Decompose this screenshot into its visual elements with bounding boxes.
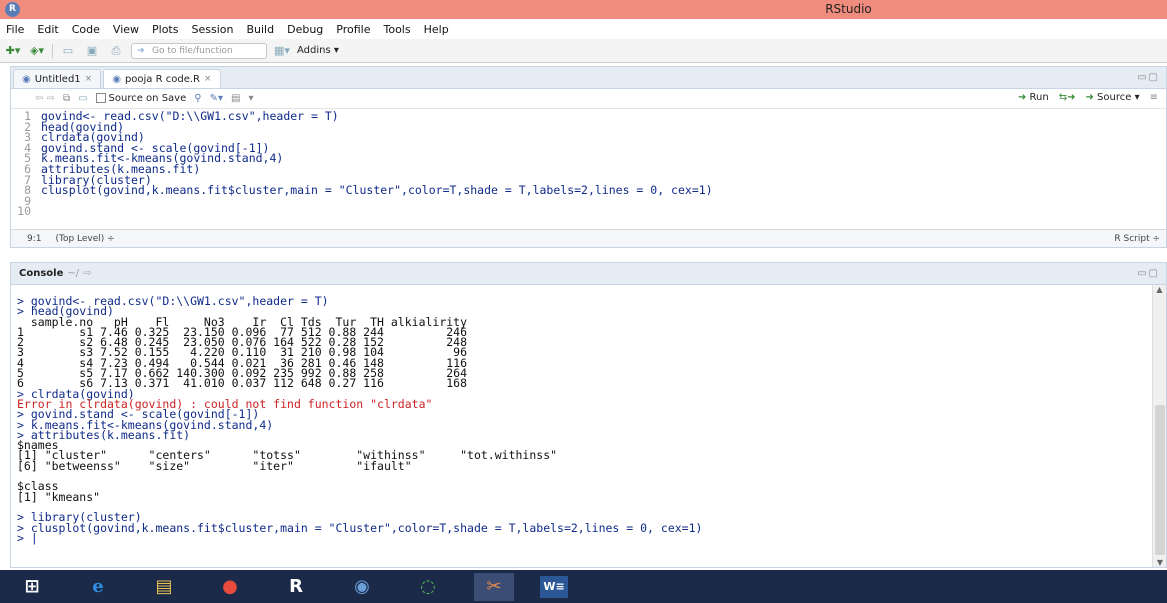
open-project-icon[interactable]: ◈▾ xyxy=(28,43,46,59)
start-icon[interactable]: ⊞ xyxy=(12,573,52,601)
run-button[interactable]: ➜ Run xyxy=(1018,92,1049,103)
goto-directory-icon[interactable]: ⇨ xyxy=(83,268,91,279)
tab-untitled1[interactable]: ◉ Untitled1 × xyxy=(13,69,102,88)
scroll-down-icon[interactable]: ▼ xyxy=(1153,558,1167,567)
console-line: [1] "kmeans" xyxy=(17,489,101,504)
scope-selector[interactable]: (Top Level) ÷ xyxy=(55,234,114,244)
source-on-save-checkbox[interactable]: Source on Save xyxy=(95,93,187,104)
source-arrow-icon: ➜ xyxy=(1085,92,1094,103)
snipping-icon[interactable]: ✂ xyxy=(474,572,514,601)
editor-status-bar: 9:1 (Top Level) ÷ R Script ÷ xyxy=(11,229,1166,247)
word-icon[interactable]: W≡ xyxy=(540,575,568,598)
outline-icon[interactable]: ≡ xyxy=(1150,92,1158,103)
close-icon[interactable]: × xyxy=(85,74,93,84)
menu-tools[interactable]: Tools xyxy=(383,23,410,36)
code-area[interactable]: 1 govind<- read.csv("D:\\GW1.csv",header … xyxy=(11,109,1166,217)
console-line: > attributes(k.means.fit) xyxy=(17,427,191,442)
chrome-icon[interactable]: ● xyxy=(210,573,250,601)
menu-view[interactable]: View xyxy=(113,23,139,36)
editor-toolbar: ⇦ ⇨ ⧉ ▭ Source on Save ⚲ ✎▾ ▤ ▾ ➜ Run ⇆➜… xyxy=(11,89,1166,109)
source-on-save-label: Source on Save xyxy=(108,93,187,104)
menu-bar: File Edit Code View Plots Session Build … xyxy=(0,19,1167,39)
code-line: 9 xyxy=(24,193,31,208)
rerun-button[interactable]: ⇆➜ xyxy=(1059,92,1076,103)
menu-plots[interactable]: Plots xyxy=(152,23,178,36)
console-line: $class xyxy=(17,479,59,494)
close-icon[interactable]: × xyxy=(204,74,212,84)
code-line: 10 xyxy=(17,204,31,219)
back-icon[interactable]: ⇦ ⇨ xyxy=(35,93,55,104)
code-line: 2 head(govind) xyxy=(24,119,125,134)
addins-menu[interactable]: Addins ▾ xyxy=(297,45,339,56)
loading-icon[interactable]: ◌ xyxy=(408,573,448,601)
show-in-window-icon[interactable]: ⧉ xyxy=(63,93,70,104)
new-file-icon[interactable]: ✚▾ xyxy=(4,43,22,59)
grid-layout-icon[interactable]: ▦▾ xyxy=(273,43,291,59)
working-directory[interactable]: ~/ xyxy=(67,268,79,279)
menu-code[interactable]: Code xyxy=(72,23,100,36)
run-label: Run xyxy=(1029,92,1049,103)
main-toolbar: ✚▾ ◈▾ ▭ ▣ ⎙ Go to file/function ▦▾ Addin… xyxy=(0,39,1167,63)
console-window-controls[interactable]: ▭▢ xyxy=(1137,268,1160,279)
goto-file-input[interactable]: Go to file/function xyxy=(131,42,267,59)
r-gui-icon[interactable]: R xyxy=(276,573,316,601)
file-explorer-icon[interactable]: ▤ xyxy=(144,573,184,601)
source-editor-pane: ◉ Untitled1 × ◉ pooja R code.R × ▭▢ ⇦ ⇨ … xyxy=(10,66,1167,248)
menu-help[interactable]: Help xyxy=(424,23,449,36)
console-header: Console ~/ ⇨ ▭▢ xyxy=(11,263,1166,285)
editor-tabs: ◉ Untitled1 × ◉ pooja R code.R × ▭▢ xyxy=(11,67,1166,89)
save-icon[interactable]: ▭ xyxy=(59,43,77,59)
r-file-icon: ◉ xyxy=(112,73,121,85)
tab-pooja-r-code[interactable]: ◉ pooja R code.R × xyxy=(103,69,221,88)
source-button[interactable]: ➜ Source ▾ xyxy=(1085,92,1139,103)
console-line: > clusplot(govind,k.means.fit$cluster,ma… xyxy=(17,520,703,535)
title-bar: R RStudio xyxy=(0,0,1167,19)
tab-label: Untitled1 xyxy=(34,73,81,85)
menu-edit[interactable]: Edit xyxy=(37,23,58,36)
console-lines: > govind<- read.csv("D:\\GW1.csv",header… xyxy=(17,294,1166,544)
console-output[interactable]: > govind<- read.csv("D:\\GW1.csv",header… xyxy=(11,285,1166,567)
more-icon[interactable]: ▾ xyxy=(248,93,253,104)
console-line: [6] "betweenss" "size" "iter" "ifault" xyxy=(17,458,412,473)
menu-debug[interactable]: Debug xyxy=(287,23,323,36)
menu-build[interactable]: Build xyxy=(246,23,274,36)
tab-label: pooja R code.R xyxy=(124,73,200,85)
save-file-icon[interactable]: ▭ xyxy=(78,93,87,104)
toolbar-divider xyxy=(52,43,53,58)
menu-file[interactable]: File xyxy=(6,23,24,36)
rstudio-icon[interactable]: ◉ xyxy=(342,573,382,601)
r-file-icon: ◉ xyxy=(22,73,31,85)
run-arrow-icon: ➜ xyxy=(1017,92,1027,103)
print-icon[interactable]: ⎙ xyxy=(107,43,125,59)
console-title: Console xyxy=(19,268,64,279)
menu-profile[interactable]: Profile xyxy=(336,23,370,36)
source-label: Source xyxy=(1097,92,1132,103)
compile-report-icon[interactable]: ▤ xyxy=(231,93,240,104)
console-pane: Console ~/ ⇨ ▭▢ > govind<- read.csv("D:\… xyxy=(10,262,1167,568)
code-line: 8 clusplot(govind,k.means.fit$cluster,mai… xyxy=(24,183,713,198)
scrollbar-thumb[interactable] xyxy=(1155,405,1165,555)
save-all-icon[interactable]: ▣ xyxy=(83,43,101,59)
wand-icon[interactable]: ✎▾ xyxy=(210,93,223,104)
console-line: 6 s6 7.13 0.371 41.010 0.037 112 648 0.2… xyxy=(17,376,468,391)
console-scrollbar[interactable]: ▲ ▼ xyxy=(1152,285,1166,567)
windows-taskbar: ⊞ e ▤ ● R ◉ ◌ ✂ W≡ xyxy=(0,570,1167,603)
scroll-up-icon[interactable]: ▲ xyxy=(1153,285,1166,294)
code-line: 1 govind<- read.csv("D:\\GW1.csv",header … xyxy=(24,109,339,123)
cursor-position: 9:1 xyxy=(27,233,42,244)
file-type-selector[interactable]: R Script ÷ xyxy=(1114,234,1160,244)
pane-window-controls[interactable]: ▭▢ xyxy=(1137,72,1160,83)
window-title: RStudio xyxy=(825,2,872,16)
search-icon[interactable]: ⚲ xyxy=(194,93,201,104)
menu-session[interactable]: Session xyxy=(191,23,233,36)
console-line: > govind<- read.csv("D:\\GW1.csv",header… xyxy=(17,294,329,308)
internet-explorer-icon[interactable]: e xyxy=(78,573,118,601)
code-line: 6 attributes(k.means.fit) xyxy=(24,161,201,176)
